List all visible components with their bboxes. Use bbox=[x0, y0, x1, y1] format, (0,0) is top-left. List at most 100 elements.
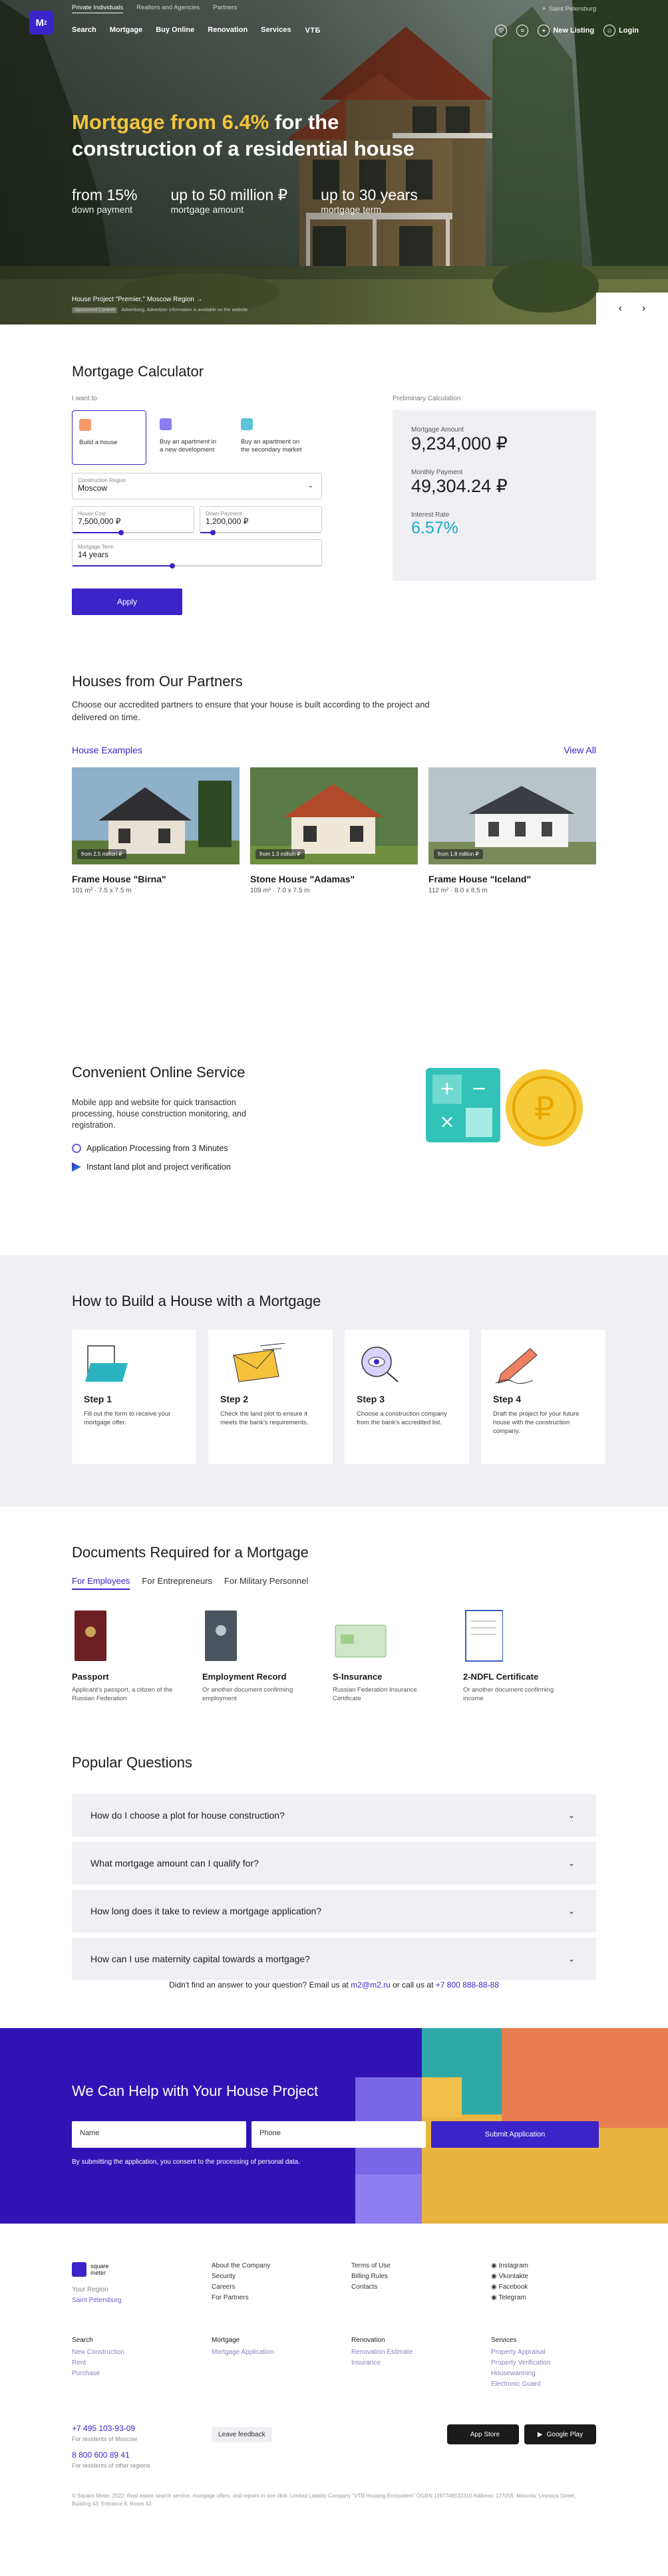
segment-private[interactable]: Private Individuals bbox=[72, 4, 124, 13]
faq-item[interactable]: How can I use maternity capital towards … bbox=[72, 1938, 596, 1980]
docs-title: Documents Required for a Mortgage bbox=[72, 1544, 309, 1561]
house-photo: from 1.3 million ₽ bbox=[250, 767, 418, 864]
compare-icon[interactable]: ≡ bbox=[516, 25, 529, 37]
footer-company-links: About the Company Security Careers For Part… bbox=[212, 2262, 271, 2301]
online-service: Convenient Online Service Mobile app and… bbox=[0, 981, 668, 1255]
footer-services: Services Property Appraisal Property Veri… bbox=[491, 2337, 551, 2388]
vtb-logo[interactable]: VTБ bbox=[304, 26, 321, 35]
footer-phones: +7 495 103-93-09 For residents of Moscow… bbox=[72, 2423, 150, 2469]
social-telegram[interactable]: ◉ Telegram bbox=[491, 2293, 528, 2303]
house-card[interactable]: from 1.3 million ₽ Stone House "Adamas" … bbox=[250, 767, 418, 894]
nav-buy-online[interactable]: Buy Online bbox=[156, 26, 194, 35]
segment-partners[interactable]: Partners bbox=[213, 4, 237, 13]
tab-military[interactable]: For Military Personnel bbox=[224, 1576, 308, 1590]
faq-item[interactable]: How do I choose a plot for house constru… bbox=[72, 1794, 596, 1837]
social-facebook[interactable]: ◉ Facebook bbox=[491, 2282, 528, 2293]
chevron-down-icon: ⌄ bbox=[568, 1906, 575, 1916]
footer-logo[interactable]: square meter bbox=[72, 2262, 109, 2277]
favorites-icon[interactable]: ♡ bbox=[495, 25, 508, 37]
stat-amount: up to 50 million ₽ mortgage amount bbox=[170, 186, 288, 215]
house-card[interactable]: from 2.5 million ₽ Frame House "Birna" 1… bbox=[72, 767, 240, 894]
phone-moscow[interactable]: +7 495 103-93-09 bbox=[72, 2423, 150, 2434]
folder-icon bbox=[84, 1343, 184, 1384]
arrow-left-icon[interactable]: ‹ bbox=[619, 303, 622, 315]
footer-social: ◉ Instagram ◉ Vkontakte ◉ Facebook ◉ Tel… bbox=[491, 2261, 528, 2303]
footer-mortgage: Mortgage Mortgage Application bbox=[212, 2337, 274, 2356]
mortgage-term-field[interactable]: Mortgage Term 14 years bbox=[72, 539, 322, 569]
arrow-right-icon[interactable]: › bbox=[642, 303, 645, 315]
steps-title: How to Build a House with a Mortgage bbox=[72, 1293, 321, 1309]
phone-input[interactable]: Phone bbox=[251, 2121, 426, 2148]
view-all-link[interactable]: View All bbox=[564, 745, 596, 755]
nav-services[interactable]: Services bbox=[261, 26, 291, 35]
preliminary-calculation: Preliminary Calculation Mortgage Amount … bbox=[393, 395, 596, 580]
login-button[interactable]: ☺ Login bbox=[603, 25, 639, 37]
faq-title: Popular Questions bbox=[72, 1754, 192, 1771]
calc-title: Mortgage Calculator bbox=[72, 363, 204, 380]
choice-build-house[interactable]: Build a house bbox=[72, 410, 146, 465]
tab-entrepreneurs[interactable]: For Entrepreneurs bbox=[142, 1576, 212, 1590]
mortgage-term-slider[interactable] bbox=[73, 563, 321, 569]
svg-text:₽: ₽ bbox=[534, 1091, 555, 1128]
app-store-button[interactable]: App Store bbox=[447, 2424, 519, 2444]
document-card: Employment Record Or another document co… bbox=[202, 1608, 333, 1703]
city-selector[interactable]: ⌖ Saint Petersburg bbox=[542, 5, 596, 13]
magnifier-icon bbox=[357, 1343, 457, 1384]
envelope-icon bbox=[220, 1343, 321, 1384]
social-vk[interactable]: ◉ Vkontakte bbox=[491, 2271, 528, 2282]
footer: square meter Your Region Saint Petersburg… bbox=[0, 2224, 668, 2524]
telegram-icon: ◉ bbox=[491, 2294, 499, 2301]
down-payment-slider[interactable] bbox=[200, 530, 321, 535]
house-cost-field[interactable]: House Cost 7,500,000 ₽ bbox=[72, 506, 194, 535]
building-icon bbox=[160, 418, 172, 430]
region-selector[interactable]: Saint Petersburg bbox=[72, 2295, 122, 2306]
stat-down-payment: from 15% down payment bbox=[72, 186, 138, 215]
faq-item[interactable]: What mortgage amount can I qualify for? ⌄ bbox=[72, 1842, 596, 1884]
nav-search[interactable]: Search bbox=[72, 26, 96, 35]
chevron-down-icon: ⌄ bbox=[568, 1859, 575, 1868]
footer-renovation: Renovation Renovation Estimate Insurance bbox=[351, 2337, 413, 2367]
chevron-down-icon: ⌄ bbox=[307, 482, 313, 489]
phone-link[interactable]: +7 800 888-88-88 bbox=[436, 1980, 499, 1990]
hero-project-link[interactable]: House Project "Premier," Moscow Region → bbox=[72, 296, 203, 303]
house-photo: from 1.8 million ₽ bbox=[428, 767, 596, 864]
step-card: Step 2 Check the land plot to ensure it … bbox=[208, 1330, 333, 1464]
service-title: Convenient Online Service bbox=[72, 1064, 246, 1081]
faq-item[interactable]: How long does it take to review a mortga… bbox=[72, 1890, 596, 1932]
insurance-card-icon bbox=[333, 1608, 463, 1665]
hero: M2 Private Individuals Realtors and Agen… bbox=[0, 0, 668, 324]
apply-button[interactable]: Apply bbox=[72, 588, 182, 615]
house-examples-label: House Examples bbox=[72, 745, 142, 755]
passport-icon bbox=[72, 1608, 202, 1665]
phone-regions[interactable]: 8 800 600 89 41 bbox=[72, 2450, 150, 2460]
pencil-icon bbox=[493, 1343, 593, 1384]
nav-renovation[interactable]: Renovation bbox=[208, 26, 248, 35]
partner-houses: Houses from Our Partners Choose our accr… bbox=[0, 673, 668, 981]
monthly-payment-value: 49,304.24 ₽ bbox=[411, 476, 508, 496]
user-icon: ☺ bbox=[603, 25, 616, 37]
service-feature: Application Processing from 3 Minutes bbox=[72, 1144, 228, 1153]
logo-mark-icon bbox=[72, 2262, 86, 2277]
name-input[interactable]: Name bbox=[72, 2121, 246, 2148]
house-cost-slider[interactable] bbox=[73, 530, 194, 535]
play-icon bbox=[72, 1162, 81, 1172]
houses-desc: Choose our accredited partners to ensure… bbox=[72, 700, 430, 722]
email-link[interactable]: m2@m2.ru bbox=[351, 1980, 391, 1990]
region-select[interactable]: Construction Region Moscow ⌄ bbox=[72, 473, 322, 499]
new-listing-button[interactable]: + New Listing bbox=[538, 25, 594, 37]
down-payment-field[interactable]: Down Payment 1,200,000 ₽ bbox=[200, 506, 322, 535]
vk-icon: ◉ bbox=[491, 2273, 499, 2280]
house-card[interactable]: from 1.8 million ₽ Frame House "Iceland"… bbox=[428, 767, 596, 894]
google-play-button[interactable]: ▶ Google Play bbox=[524, 2424, 596, 2444]
submit-application-button[interactable]: Submit Application bbox=[431, 2121, 599, 2148]
leave-feedback-button[interactable]: Leave feedback bbox=[212, 2427, 272, 2442]
choice-secondary-market[interactable]: Buy an apartment on the secondary market bbox=[234, 410, 309, 465]
cta-title: We Can Help with Your House Project bbox=[72, 2083, 319, 2099]
social-instagram[interactable]: ◉ Instagram bbox=[491, 2261, 528, 2271]
tab-employees[interactable]: For Employees bbox=[72, 1576, 130, 1590]
choice-new-development[interactable]: Buy an apartment in a new development bbox=[153, 410, 228, 465]
hero-title: Mortgage from 6.4% for the construction … bbox=[72, 110, 415, 160]
faq: Popular Questions How do I choose a plot… bbox=[0, 1754, 668, 2028]
segment-realtors[interactable]: Realtors and Agencies bbox=[136, 4, 200, 13]
nav-mortgage[interactable]: Mortgage bbox=[110, 26, 143, 35]
